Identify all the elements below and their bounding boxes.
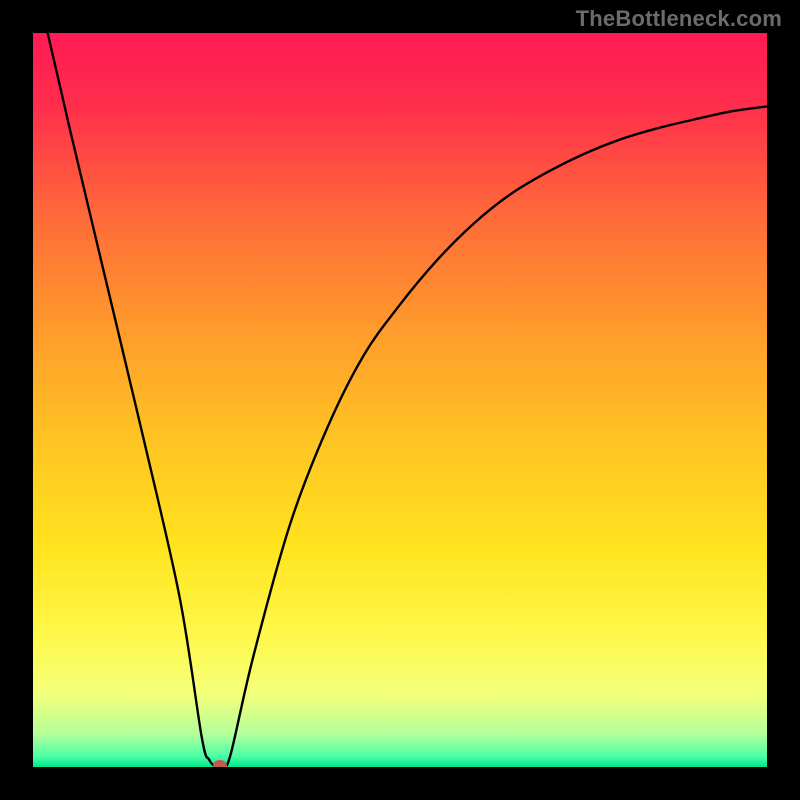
optimal-point-marker: [213, 760, 227, 767]
plot-area: [33, 33, 767, 767]
chart-frame: TheBottleneck.com: [0, 0, 800, 800]
bottleneck-curve: [33, 33, 767, 767]
attribution-label: TheBottleneck.com: [576, 6, 782, 32]
